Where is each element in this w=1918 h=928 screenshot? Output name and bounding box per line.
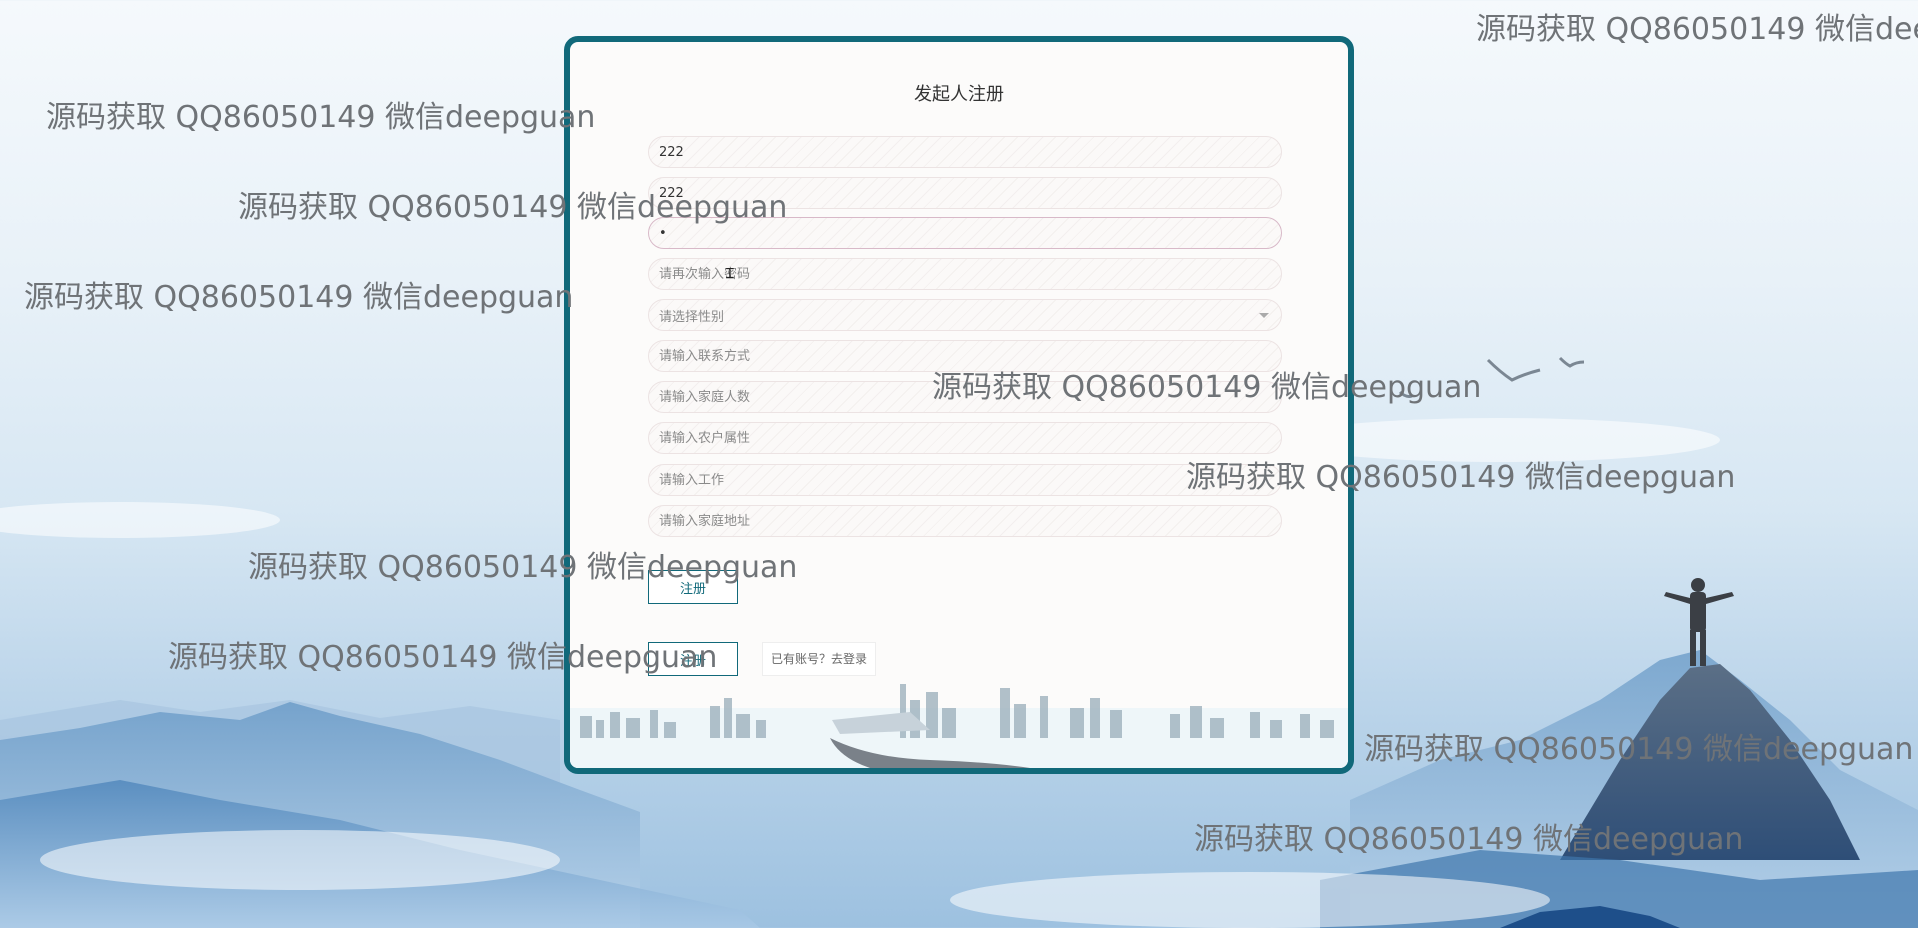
household-type-input[interactable] [648, 422, 1282, 454]
watermark-text: 源码获取 QQ86050149 微信deepguan [1186, 460, 1736, 495]
watermark-text: 源码获取 QQ86050149 微信deepguan [46, 100, 596, 135]
watermark-text: 源码获取 QQ86050149 微信deepguan [238, 190, 788, 225]
watermark-text: 源码获取 QQ86050149 微信deepguan [932, 370, 1482, 405]
gender-select-placeholder: 请选择性别 [659, 309, 725, 325]
account-input[interactable] [648, 136, 1282, 168]
watermark-text: 源码获取 QQ86050149 微信deepguan [1364, 732, 1914, 767]
watermark-text: 源码获取 QQ86050149 微信deepguan [248, 550, 798, 585]
gender-select[interactable]: 请选择性别 [648, 299, 1282, 331]
watermark-text: 源码获取 QQ86050149 微信deepguan [1194, 822, 1744, 857]
go-login-link[interactable]: 已有账号？去登录 [762, 642, 877, 676]
chevron-down-icon [1259, 312, 1269, 318]
confirm-password-input[interactable] [648, 258, 1282, 290]
watermark-text: 源码获取 QQ86050149 微信dee [1476, 12, 1918, 47]
text-cursor-icon: Ɪ [726, 266, 734, 282]
address-input[interactable] [648, 505, 1282, 537]
watermark-text: 源码获取 QQ86050149 微信deepguan [168, 640, 718, 675]
watermark-text: 源码获取 QQ86050149 微信deepguan [24, 280, 574, 315]
page-title: 发起人注册 [914, 84, 1004, 105]
